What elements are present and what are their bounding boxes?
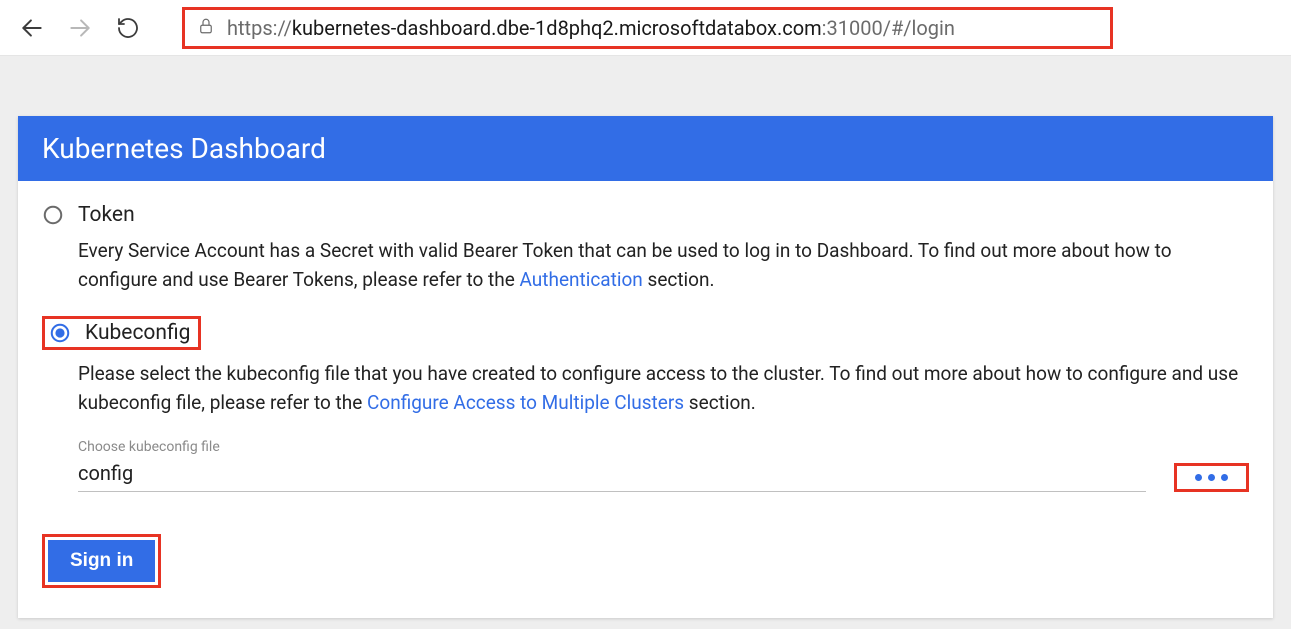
option-token-description: Every Service Account has a Secret with … bbox=[78, 237, 1249, 294]
option-kubeconfig-description: Please select the kubeconfig file that y… bbox=[78, 360, 1249, 417]
kubeconfig-file-field[interactable]: Choose kubeconfig file config bbox=[78, 439, 1146, 492]
card-body: Token Every Service Account has a Secret… bbox=[18, 181, 1273, 618]
configure-clusters-link[interactable]: Configure Access to Multiple Clusters bbox=[367, 391, 684, 414]
radio-unchecked-icon[interactable] bbox=[42, 204, 64, 226]
page-title: Kubernetes Dashboard bbox=[18, 116, 1273, 181]
kubeconfig-file-value: config bbox=[78, 461, 1146, 485]
kubeconfig-file-label: Choose kubeconfig file bbox=[78, 439, 1146, 455]
forward-button[interactable] bbox=[66, 14, 94, 42]
radio-checked-icon[interactable] bbox=[49, 322, 71, 344]
refresh-button[interactable] bbox=[114, 14, 142, 42]
signin-highlight: Sign in bbox=[42, 534, 161, 588]
option-kubeconfig-label: Kubeconfig bbox=[85, 321, 190, 345]
browser-toolbar: https://kubernetes-dashboard.dbe-1d8phq2… bbox=[0, 0, 1291, 56]
address-bar[interactable]: https://kubernetes-dashboard.dbe-1d8phq2… bbox=[182, 7, 1113, 49]
authentication-link[interactable]: Authentication bbox=[520, 268, 643, 291]
option-kubeconfig-row[interactable]: Kubeconfig bbox=[42, 316, 201, 350]
more-horizontal-icon bbox=[1195, 474, 1228, 481]
url-text: https://kubernetes-dashboard.dbe-1d8phq2… bbox=[227, 16, 955, 40]
kubeconfig-file-block: Choose kubeconfig file config bbox=[78, 439, 1249, 492]
lock-icon bbox=[197, 17, 215, 39]
option-token-label: Token bbox=[78, 203, 135, 227]
page-background: Kubernetes Dashboard Token Every Service… bbox=[0, 56, 1291, 629]
signin-button[interactable]: Sign in bbox=[48, 540, 155, 582]
back-button[interactable] bbox=[18, 14, 46, 42]
option-token-row[interactable]: Token bbox=[42, 203, 1249, 227]
login-card: Kubernetes Dashboard Token Every Service… bbox=[18, 116, 1273, 618]
choose-file-button[interactable] bbox=[1174, 463, 1249, 492]
